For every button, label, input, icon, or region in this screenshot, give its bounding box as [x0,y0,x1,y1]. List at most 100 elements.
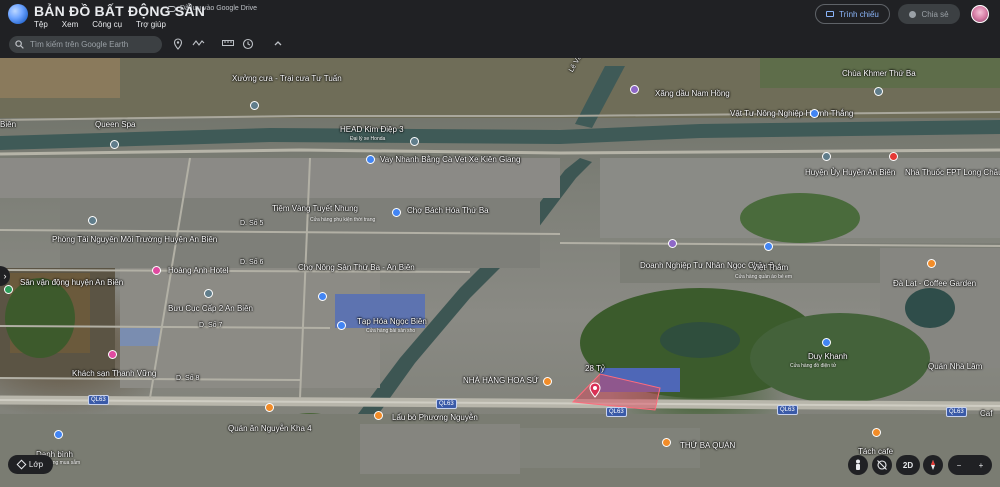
layers-button[interactable]: Lớp [8,455,53,474]
map-label[interactable]: Bưu Cục Cấp 2 An Biên [168,304,253,313]
ruler-icon[interactable] [222,38,234,50]
poi-pin-icon[interactable] [337,321,346,330]
poi-pin-icon[interactable] [110,140,119,149]
map-sublabel: Cửa hàng bài sàn sho [366,328,416,334]
hotel-pin-icon[interactable] [152,266,161,275]
map-label[interactable]: Tách cafe [858,447,893,456]
poi-pin-icon[interactable] [822,338,831,347]
map-imagery [0,58,1000,487]
poi-pin-icon[interactable] [366,155,375,164]
map-label[interactable]: Quán ăn Nguyễn Kha 4 [228,424,312,433]
pegman-button[interactable] [848,455,868,475]
map-sublabel: Cửa hàng phụ kiện thời trang [310,217,376,223]
save-status: Đã lưu vào Google Drive [167,5,257,12]
poi-pin-icon[interactable] [410,137,419,146]
poi-pin-icon[interactable] [822,152,831,161]
map-label[interactable]: Huyện Ủy Huyện An Biên [805,168,895,177]
poi-pin-icon[interactable] [204,289,213,298]
restaurant-pin-icon[interactable] [265,403,274,412]
restaurant-pin-icon[interactable] [543,377,552,386]
map-label[interactable]: Phòng Tài Nguyên Môi Trường Huyện An Biê… [52,235,217,244]
location-marker-icon[interactable] [589,382,601,398]
map-label[interactable]: Khách sạn Thanh Vững [72,369,156,378]
road-badge: QL63 [946,407,967,417]
map-label[interactable]: Queen Spa [95,120,135,129]
park-pin-icon[interactable] [4,285,13,294]
pharmacy-pin-icon[interactable] [889,152,898,161]
measure-icon[interactable] [192,38,205,50]
map-label[interactable]: Tiệm Vàng Tuyết Nhung [272,204,358,213]
zoom-in-button[interactable]: + [979,461,984,470]
present-icon [826,11,835,17]
map-label[interactable]: Đà Lạt - Coffee Garden [893,279,976,288]
poi-pin-icon[interactable] [668,239,677,248]
menu-bar: Tệp Xem Công cụ Trợ giúp [34,20,166,29]
top-bar: BẢN ĐỒ BẤT ĐỘNG SẢN Đã lưu vào Google Dr… [0,0,1000,58]
edge-label: Biên [0,120,17,129]
history-icon[interactable] [242,38,254,50]
poi-pin-icon[interactable] [810,109,819,118]
road-badge: QL63 [606,407,627,417]
location-pin-icon[interactable] [172,38,184,50]
map-sublabel: Cửa hàng quần áo bé em [735,274,792,280]
layers-label: Lớp [28,460,44,469]
poi-pin-icon[interactable] [250,101,259,110]
search-bar[interactable] [9,36,162,53]
zoom-controls: − + [948,455,992,475]
map-label[interactable]: Việt Thắm [752,263,788,272]
location-off-button[interactable] [872,455,892,475]
location-off-icon [877,460,887,470]
poi-pin-icon[interactable] [318,292,327,301]
map-label[interactable]: Quán Nhà Lâm [928,362,982,371]
menu-view[interactable]: Xem [62,20,78,29]
poi-pin-icon[interactable] [630,85,639,94]
map-label[interactable]: Xăng dầu Nam Hồng [655,89,730,98]
map-label[interactable]: THỨ BA QUÁN [680,441,735,450]
poi-pin-icon[interactable] [88,216,97,225]
cafe-pin-icon[interactable] [872,428,881,437]
pegman-icon [856,459,860,470]
map-sublabel: Cửa hàng đồ điện tử [790,363,837,369]
poi-pin-icon[interactable] [874,87,883,96]
map-label[interactable]: Xưởng cưa - Trại cưa Tư Tuấn [232,74,342,83]
map-label[interactable]: Chùa Khmer Thứ Ba [842,69,916,78]
parcel-label[interactable]: 28 Tỷ [585,364,605,373]
map-label[interactable]: Tạp Hóa Ngọc Biên [357,317,427,326]
search-input[interactable] [30,40,150,49]
restaurant-pin-icon[interactable] [662,438,671,447]
road-badge: QL63 [88,395,109,405]
map-label[interactable]: Vật Tư Nông Nghiệp Huỳnh Thắng [730,109,853,118]
poi-pin-icon[interactable] [54,430,63,439]
collapse-chevron-icon[interactable] [272,38,284,50]
compass-button[interactable] [923,455,943,475]
map-sublabel: Đại lý xe Honda [350,136,386,142]
menu-help[interactable]: Trợ giúp [136,20,166,29]
view-mode-toggle[interactable]: 2D [896,455,920,475]
menu-file[interactable]: Tệp [34,20,48,29]
menu-tools[interactable]: Công cụ [92,20,122,29]
map-label[interactable]: Duy Khanh [808,352,848,361]
map-label[interactable]: Hoàng Anh Hotel [168,266,229,275]
restaurant-pin-icon[interactable] [374,411,383,420]
map-label[interactable]: Chợ Nông Sản Thứ Ba - An Biên [298,263,415,272]
compass-icon [931,460,935,470]
map-label[interactable]: Sân vận động huyện An Biên [20,278,123,287]
poi-pin-icon[interactable] [392,208,401,217]
cafe-pin-icon[interactable] [927,259,936,268]
present-button[interactable]: Trình chiếu [815,4,890,24]
satellite-map[interactable]: Xưởng cưa - Trại cưa Tư Tuấn Queen Spa H… [0,58,1000,487]
zoom-out-button[interactable]: − [957,461,962,470]
map-label[interactable]: HEAD Kim Điệp 3 [340,125,404,134]
hotel-pin-icon[interactable] [108,350,117,359]
globe-logo-icon [8,4,28,24]
map-label[interactable]: Vay Nhanh Bằng Cà Vẹt Xe Kiên Giang [380,155,520,164]
map-label[interactable]: Caf [980,409,992,418]
map-label[interactable]: Lẩu bò Phương Nguyễn [392,413,478,422]
map-label[interactable]: Nhà Thuốc FPT Long Châu [905,168,1000,177]
map-label[interactable]: Chợ Bách Hóa Thứ Ba [407,206,489,215]
poi-pin-icon[interactable] [764,242,773,251]
account-avatar[interactable] [971,5,989,23]
share-button[interactable]: Chia sẻ [898,4,960,24]
map-label[interactable]: NHÀ HÀNG HOA SỨ [463,376,539,385]
save-status-text: Đã lưu vào Google Drive [180,5,258,12]
